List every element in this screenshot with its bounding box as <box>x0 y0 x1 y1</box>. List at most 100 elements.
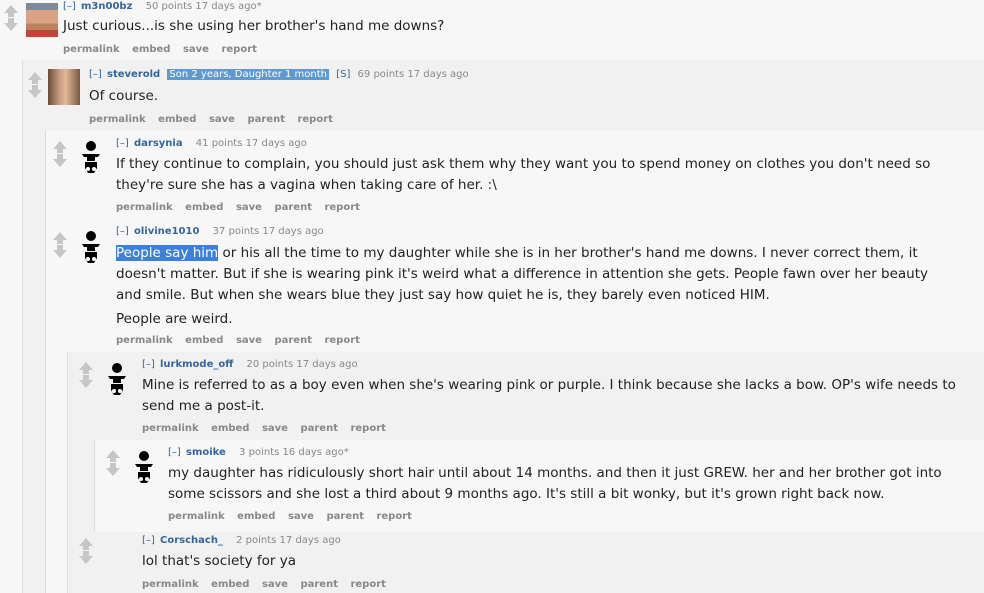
downvote-arrow-icon[interactable] <box>28 85 42 98</box>
comment-text-rest: or his all the time to my daughter while… <box>116 245 929 303</box>
collapse-toggle[interactable]: [–] <box>142 359 155 370</box>
embed-link[interactable]: embed <box>185 335 223 346</box>
upvote-arrow-icon[interactable] <box>106 450 120 462</box>
save-link[interactable]: save <box>183 44 209 55</box>
upvote-arrow-icon[interactable] <box>79 538 93 550</box>
embed-link[interactable]: embed <box>237 511 275 522</box>
report-link[interactable]: report <box>350 579 385 590</box>
comment-actions: permalink embed save parent report <box>89 114 342 125</box>
comment-author[interactable]: darsynia <box>134 138 183 149</box>
parent-link[interactable]: parent <box>274 202 312 213</box>
baby-avatar-icon[interactable] <box>79 230 103 264</box>
comment-tagline: [–] olivine1010 37 points 17 days ago <box>116 226 324 237</box>
comment-text: Of course. <box>89 88 159 104</box>
comment-text: Just curious...is she using her brother'… <box>63 18 445 34</box>
permalink-link[interactable]: permalink <box>142 423 199 434</box>
comment-body: If they continue to complain, you should… <box>116 154 961 196</box>
comment-score: 50 points 17 days ago* <box>145 1 262 12</box>
upvote-arrow-icon[interactable] <box>53 141 67 153</box>
comment-body: Mine is referred to as a boy even when s… <box>142 375 982 417</box>
permalink-link[interactable]: permalink <box>63 44 120 55</box>
permalink-link[interactable]: permalink <box>116 335 173 346</box>
parent-link[interactable]: parent <box>300 579 338 590</box>
comment-author[interactable]: olivine1010 <box>134 226 199 237</box>
report-link[interactable]: report <box>376 511 411 522</box>
embed-link[interactable]: embed <box>211 423 249 434</box>
downvote-arrow-icon[interactable] <box>79 375 93 388</box>
baby-avatar-icon[interactable] <box>132 450 156 484</box>
parent-link[interactable]: parent <box>300 423 338 434</box>
collapse-toggle[interactable]: [–] <box>89 69 102 80</box>
comment-actions: permalink embed save report <box>63 44 266 55</box>
upvote-arrow-icon[interactable] <box>79 362 93 374</box>
comment-body: lol that's society for ya <box>142 551 982 572</box>
permalink-link[interactable]: permalink <box>116 202 173 213</box>
parent-link[interactable]: parent <box>247 114 285 125</box>
downvote-arrow-icon[interactable] <box>79 551 93 564</box>
comment-text: If they continue to complain, you should… <box>116 156 931 193</box>
embed-link[interactable]: embed <box>185 202 223 213</box>
collapse-toggle[interactable]: [–] <box>142 535 155 546</box>
comment-tagline: [–] lurkmode_off 20 points 17 days ago <box>142 359 358 370</box>
collapse-toggle[interactable]: [–] <box>116 138 129 149</box>
baby-avatar-icon[interactable] <box>79 140 103 174</box>
comment-body: Just curious...is she using her brother'… <box>63 16 963 37</box>
parent-link[interactable]: parent <box>274 335 312 346</box>
save-link[interactable]: save <box>262 423 288 434</box>
collapse-toggle[interactable]: [–] <box>116 226 129 237</box>
downvote-arrow-icon[interactable] <box>53 154 67 167</box>
comment-tagline: [–] m3n00bz 50 points 17 days ago* <box>63 1 262 12</box>
comment-score: 37 points 17 days ago <box>212 226 324 237</box>
comment-author[interactable]: m3n00bz <box>81 1 132 12</box>
comment-actions: permalink embed save parent report <box>142 423 395 434</box>
collapse-toggle[interactable]: [–] <box>63 1 76 12</box>
baby-avatar-icon[interactable] <box>105 362 129 396</box>
comment-author[interactable]: Corschach_ <box>160 535 223 546</box>
save-link[interactable]: save <box>262 579 288 590</box>
report-link[interactable]: report <box>324 202 359 213</box>
embed-link[interactable]: embed <box>132 44 170 55</box>
comment-body: People say him or his all the time to my… <box>116 243 951 330</box>
report-link[interactable]: report <box>221 44 256 55</box>
comment-author[interactable]: lurkmode_off <box>160 359 233 370</box>
collapse-toggle[interactable]: [–] <box>168 447 181 458</box>
report-link[interactable]: report <box>297 114 332 125</box>
report-link[interactable]: report <box>350 423 385 434</box>
comment-text: my daughter has ridiculously short hair … <box>168 465 942 502</box>
report-link[interactable]: report <box>324 335 359 346</box>
downvote-arrow-icon[interactable] <box>4 18 18 31</box>
save-link[interactable]: save <box>288 511 314 522</box>
downvote-arrow-icon[interactable] <box>106 463 120 476</box>
comment-tagline: [–] Corschach_ 2 points 17 days ago <box>142 535 341 546</box>
selected-text-highlight: People say him <box>116 245 219 261</box>
embed-link[interactable]: embed <box>158 114 196 125</box>
permalink-link[interactable]: permalink <box>168 511 225 522</box>
comment-text: Mine is referred to as a boy even when s… <box>142 377 956 414</box>
comment-actions: permalink embed save parent report <box>116 202 369 213</box>
comment-text-paragraph-2: People are weird. <box>116 311 233 327</box>
comment-author[interactable]: smoike <box>186 447 226 458</box>
comment-score: 69 points 17 days ago <box>357 69 469 80</box>
comment-author[interactable]: steverold <box>107 69 160 80</box>
save-link[interactable]: save <box>236 335 262 346</box>
comment-score: 41 points 17 days ago <box>195 138 307 149</box>
user-flair: Son 2 years, Daughter 1 month <box>167 69 330 80</box>
comment-tagline: [–] steverold Son 2 years, Daughter 1 mo… <box>89 69 469 80</box>
comment-score: 20 points 17 days ago <box>246 359 358 370</box>
downvote-arrow-icon[interactable] <box>53 245 67 258</box>
comment-tagline: [–] smoike 3 points 16 days ago* <box>168 447 349 458</box>
save-link[interactable]: save <box>209 114 235 125</box>
user-photo-avatar[interactable] <box>48 69 80 105</box>
user-photo-avatar[interactable] <box>26 3 58 37</box>
permalink-link[interactable]: permalink <box>89 114 146 125</box>
embed-link[interactable]: embed <box>211 579 249 590</box>
comment-score: 3 points 16 days ago* <box>239 447 349 458</box>
upvote-arrow-icon[interactable] <box>53 232 67 244</box>
permalink-link[interactable]: permalink <box>142 579 199 590</box>
save-link[interactable]: save <box>236 202 262 213</box>
parent-link[interactable]: parent <box>326 511 364 522</box>
comment-actions: permalink embed save parent report <box>142 579 395 590</box>
submitter-tag[interactable]: [S] <box>336 69 350 80</box>
upvote-arrow-icon[interactable] <box>28 72 42 84</box>
upvote-arrow-icon[interactable] <box>4 5 18 17</box>
